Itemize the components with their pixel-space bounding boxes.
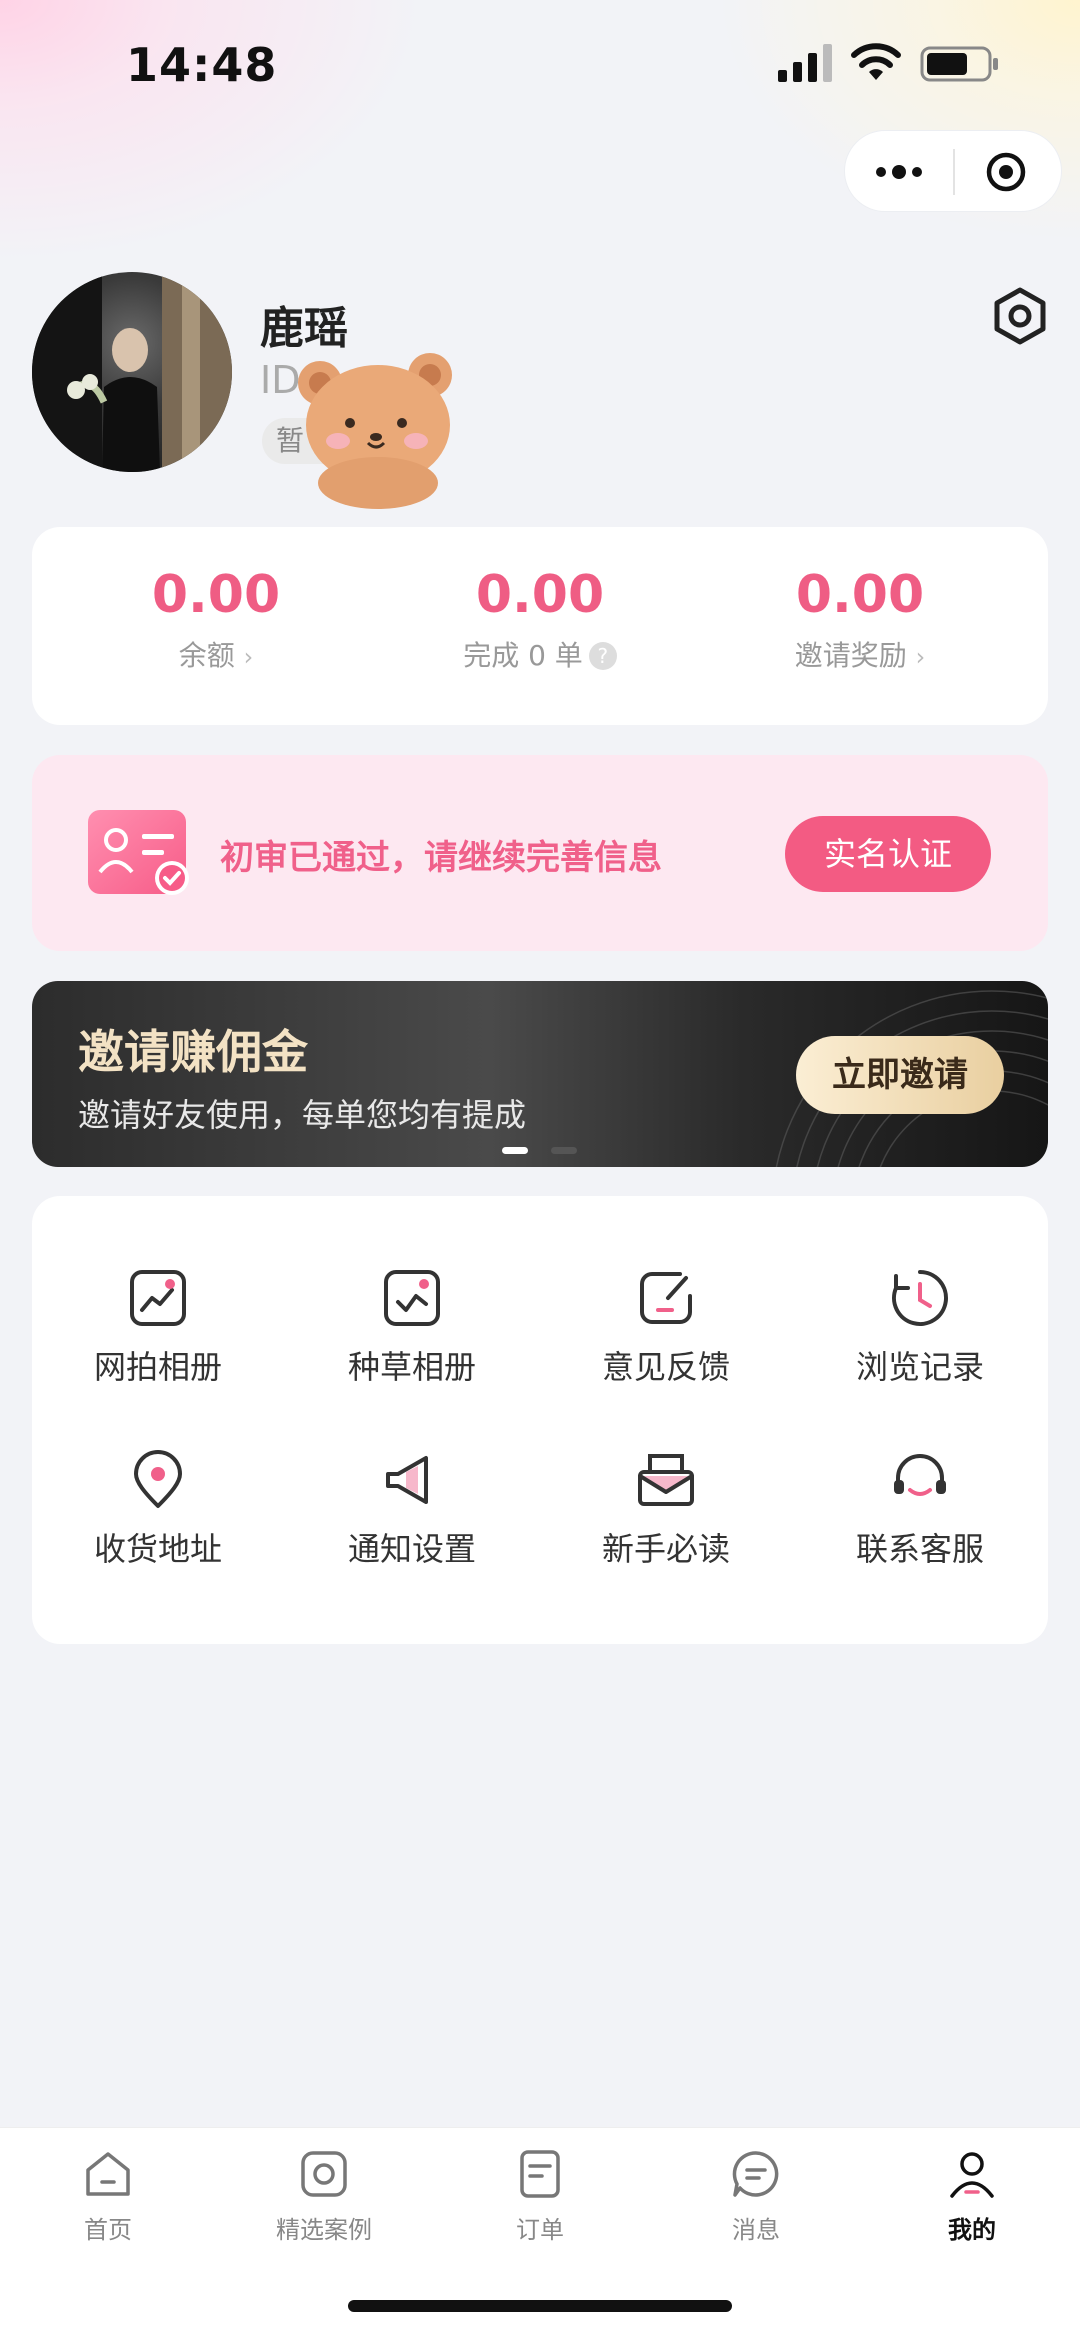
tab-label: 首页	[84, 2216, 132, 2244]
order-doc-icon	[520, 2150, 560, 2198]
menu-item-customer-service[interactable]: 联系客服	[820, 1448, 1020, 1568]
chevron-right-icon: ›	[243, 643, 254, 671]
feedback-icon	[640, 1272, 692, 1324]
capsule-divider	[953, 149, 955, 195]
more-icon[interactable]	[873, 157, 925, 187]
status-time: 14:48	[126, 38, 278, 92]
home-icon	[86, 2152, 130, 2196]
invite-reward-value: 0.00	[795, 565, 925, 625]
battery-icon	[920, 46, 998, 82]
menu-item-label: 通知设置	[347, 1530, 476, 1568]
completed-label: 完成 0 单	[463, 639, 583, 672]
menu-item-address[interactable]: 收货地址	[58, 1448, 258, 1568]
menu-item-photo-album[interactable]: 网拍相册	[58, 1266, 258, 1386]
verify-message: 初审已通过，请继续完善信息	[220, 838, 662, 878]
menu-item-feedback[interactable]: 意见反馈	[566, 1266, 766, 1386]
balance-label: 余额	[178, 639, 235, 672]
mail-guide-icon	[638, 1454, 694, 1506]
cellular-signal-icon	[778, 44, 832, 82]
tab-label: 精选案例	[276, 2216, 372, 2244]
stats-card: 0.00 余额 › 0.00 完成 0 单? 0.00 邀请奖励 ›	[32, 527, 1048, 725]
real-name-verify-button[interactable]: 实名认证	[785, 816, 991, 892]
menu-item-notification[interactable]: 通知设置	[312, 1448, 512, 1568]
settings-icon[interactable]	[990, 286, 1050, 346]
close-miniapp-icon[interactable]	[985, 151, 1027, 193]
invite-subtitle: 邀请好友使用，每单您均有提成	[78, 1096, 527, 1134]
menu-grid-card: 网拍相册 种草相册 意见反馈 浏览记录 收货地址 通知设置 新手必读 联系客服	[32, 1196, 1048, 1644]
tab-orders[interactable]: 订单	[460, 2146, 620, 2245]
avatar[interactable]	[32, 272, 232, 472]
wifi-icon	[851, 43, 901, 80]
tab-label: 订单	[516, 2216, 564, 2244]
menu-item-label: 种草相册	[347, 1348, 476, 1386]
tab-label: 我的	[948, 2216, 996, 2244]
location-pin-icon	[134, 1450, 182, 1508]
megaphone-icon	[386, 1456, 428, 1504]
menu-item-recommend-album[interactable]: 种草相册	[312, 1266, 512, 1386]
menu-item-label: 联系客服	[855, 1530, 984, 1568]
invite-title: 邀请赚佣金	[78, 1025, 308, 1079]
completed-stat: 0.00 完成 0 单?	[390, 565, 690, 673]
menu-item-label: 意见反馈	[601, 1348, 730, 1386]
tab-featured-cases[interactable]: 精选案例	[244, 2146, 404, 2245]
history-clock-icon	[892, 1270, 948, 1326]
tab-label: 消息	[732, 2216, 780, 2244]
photo-album-icon	[130, 1270, 186, 1326]
help-icon[interactable]: ?	[588, 642, 617, 670]
completed-value: 0.00	[475, 565, 605, 625]
menu-item-guide[interactable]: 新手必读	[566, 1448, 766, 1568]
carousel-dot[interactable]	[551, 1147, 577, 1154]
menu-item-label: 新手必读	[601, 1530, 730, 1568]
invite-reward-stat[interactable]: 0.00 邀请奖励 ›	[710, 565, 1010, 674]
message-bubble-icon	[732, 2151, 779, 2197]
menu-item-label: 浏览记录	[855, 1348, 984, 1386]
invite-now-button[interactable]: 立即邀请	[796, 1036, 1004, 1114]
chevron-right-icon: ›	[915, 643, 926, 671]
id-card-icon	[88, 810, 189, 895]
home-indicator	[348, 2300, 732, 2312]
balance-value: 0.00	[151, 565, 281, 625]
user-icon	[950, 2152, 994, 2198]
menu-item-label: 收货地址	[93, 1530, 222, 1568]
balance-stat[interactable]: 0.00 余额 ›	[66, 565, 366, 674]
camera-icon	[301, 2151, 347, 2197]
avatar-photo	[32, 272, 232, 472]
invite-reward-label: 邀请奖励	[794, 639, 907, 672]
headset-icon	[894, 1454, 946, 1496]
tab-mine[interactable]: 我的	[892, 2146, 1052, 2245]
bear-sticker	[298, 353, 452, 509]
tab-home[interactable]: 首页	[28, 2146, 188, 2245]
menu-item-history[interactable]: 浏览记录	[820, 1266, 1020, 1386]
recommend-album-icon	[384, 1270, 440, 1326]
menu-item-label: 网拍相册	[93, 1348, 222, 1386]
miniapp-capsule	[844, 130, 1062, 212]
carousel-dot-active[interactable]	[502, 1147, 528, 1154]
tab-messages[interactable]: 消息	[676, 2146, 836, 2245]
